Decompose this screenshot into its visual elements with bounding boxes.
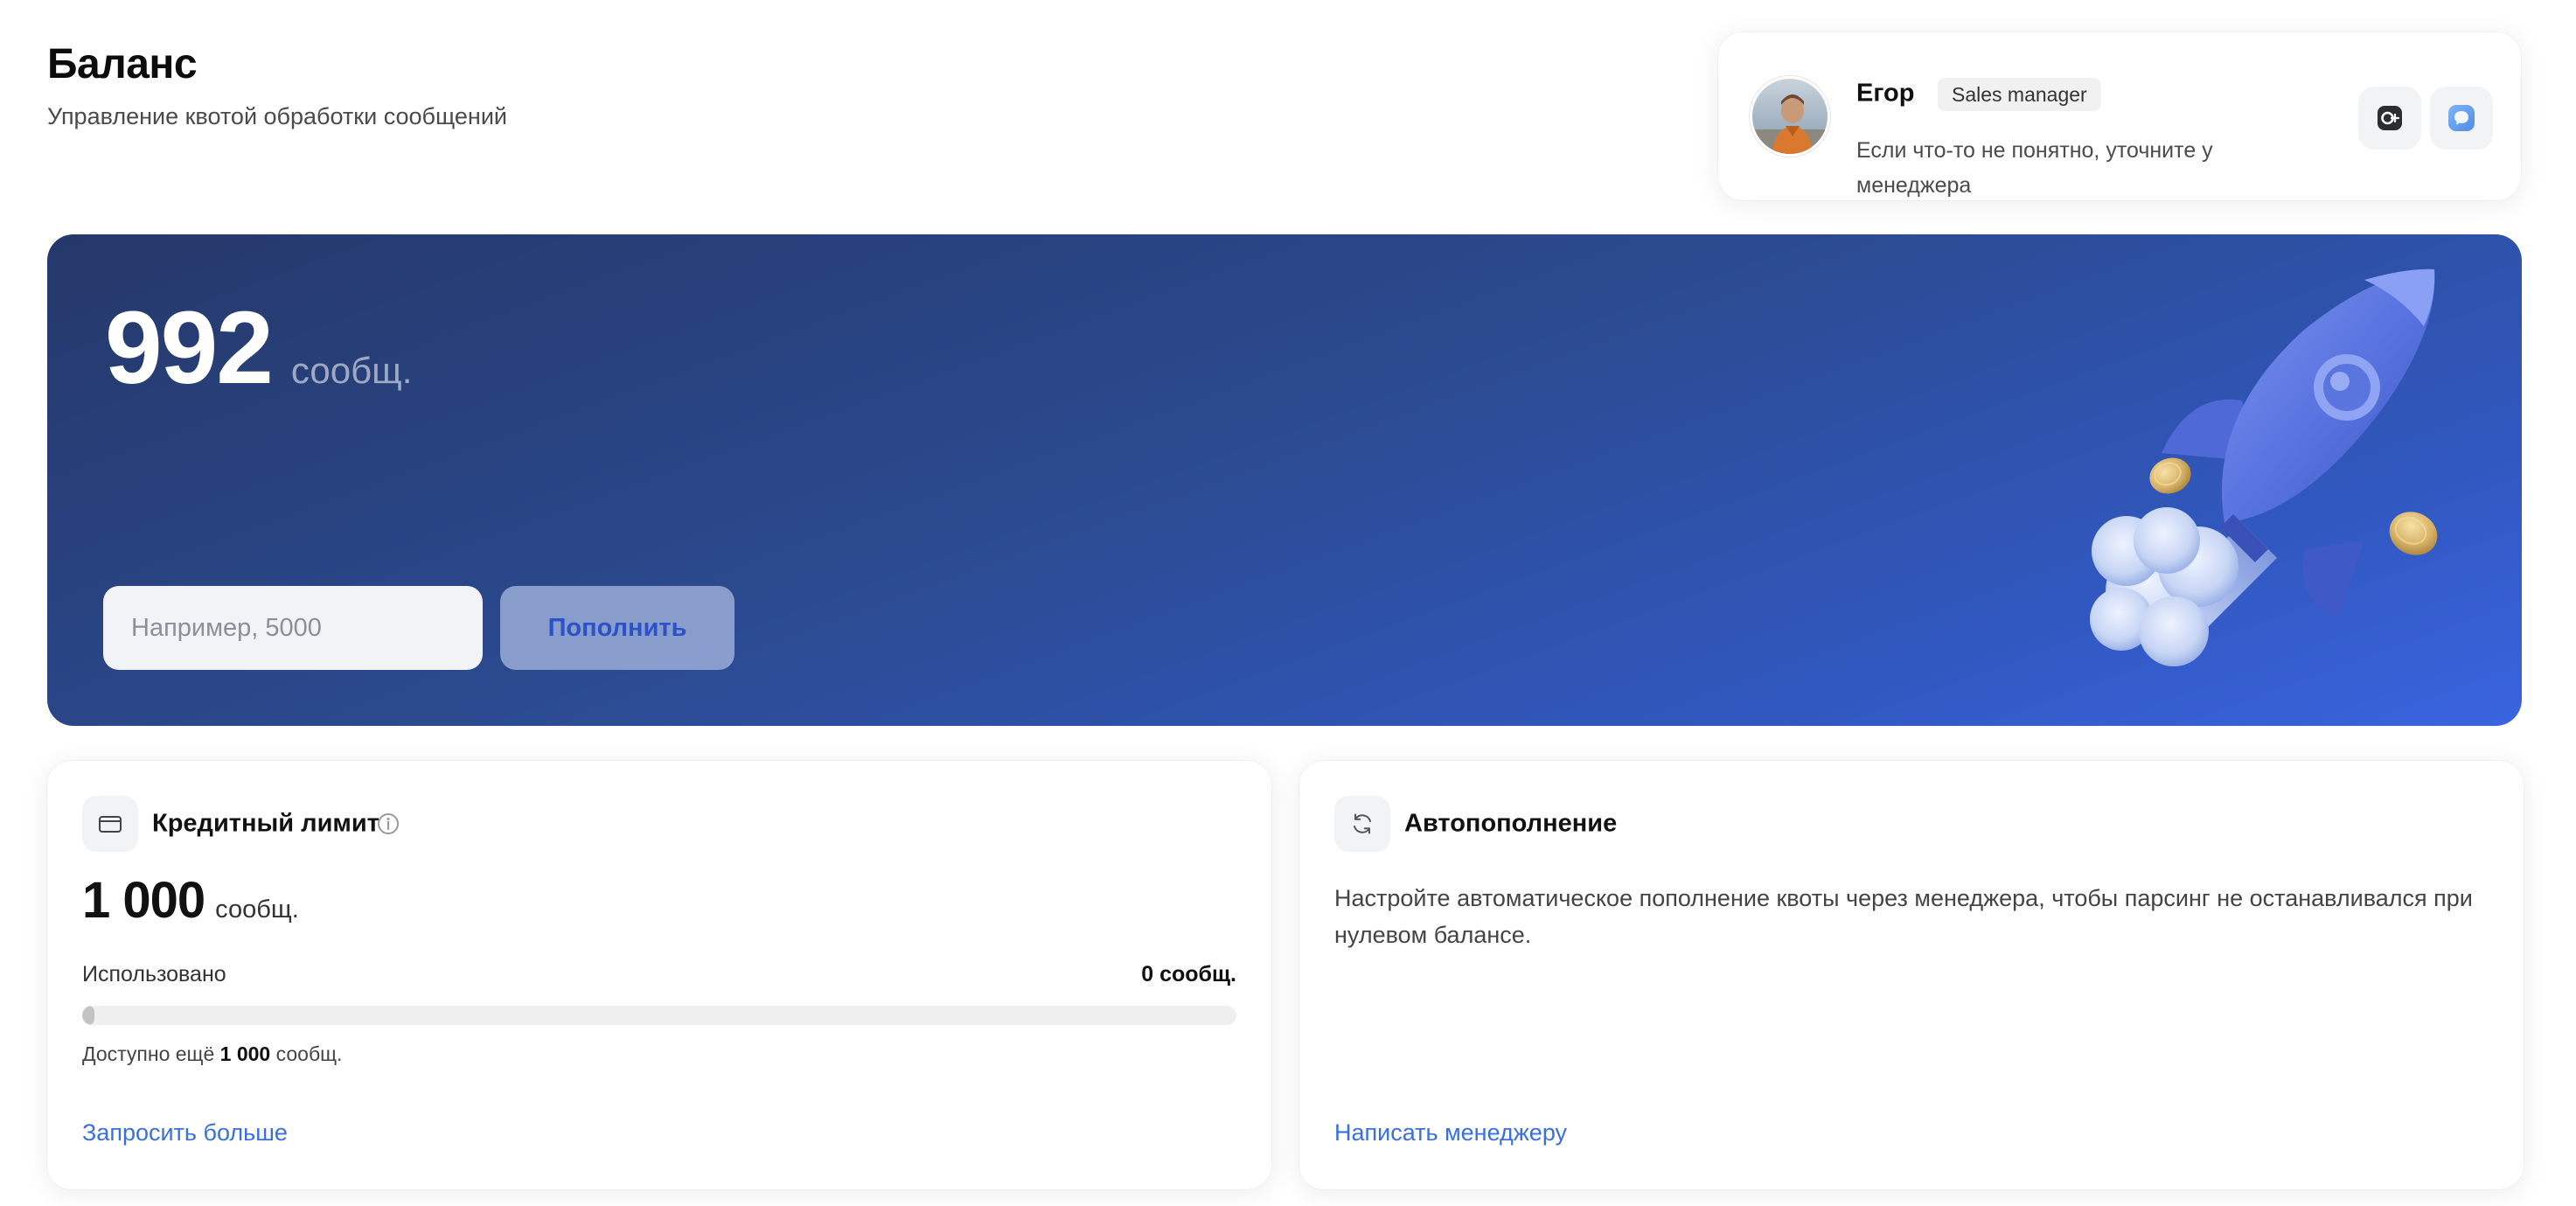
- manager-photo-icon: [1752, 79, 1828, 154]
- chat-bubble-icon: [2448, 105, 2475, 131]
- max-messenger-icon: [2378, 106, 2402, 130]
- page-subtitle: Управление квотой обработки сообщений: [47, 103, 507, 129]
- refresh-icon-box: [1334, 796, 1390, 852]
- avatar: [1750, 76, 1830, 157]
- used-label: Использовано: [82, 962, 226, 986]
- autotopup-title: Автопополнение: [1404, 809, 1618, 838]
- balance-value: 992: [105, 290, 274, 406]
- credit-limit-unit: сообщ.: [215, 896, 299, 924]
- balance-unit: сообщ.: [290, 350, 413, 391]
- info-icon[interactable]: [376, 812, 400, 840]
- credit-limit-title: Кредитный лимит: [152, 809, 379, 838]
- credit-limit-value: 1 000: [82, 872, 205, 929]
- usage-progress-fill: [82, 1006, 94, 1025]
- manager-name: Егор: [1856, 79, 1915, 108]
- credit-limit-amount: 1 000 сообщ.: [82, 871, 299, 930]
- refresh-icon: [1354, 813, 1371, 834]
- rocket-illustration-icon: [2090, 268, 2438, 666]
- topup-button[interactable]: Пополнить: [500, 586, 735, 670]
- available-suffix: сообщ.: [275, 1042, 343, 1065]
- manager-note: Если что-то не понятно, уточните у менед…: [1856, 138, 2213, 198]
- autotopup-description: Настройте автоматическое пополнение квот…: [1334, 885, 2473, 948]
- available-value: 1 000: [219, 1042, 271, 1065]
- amount-input[interactable]: [103, 586, 483, 670]
- used-value: 0 сообщ.: [1141, 962, 1236, 986]
- max-contact-button[interactable]: [2358, 87, 2421, 150]
- chat-contact-button[interactable]: [2430, 87, 2493, 150]
- balance-hero: 992 сообщ. Пополнить: [47, 234, 2522, 726]
- credit-card-icon: [99, 816, 122, 833]
- page-header: Баланс Управление квотой обработки сообщ…: [47, 40, 507, 131]
- request-more-link[interactable]: Запросить больше: [82, 1119, 288, 1147]
- available-prefix: Доступно ещё: [82, 1042, 215, 1065]
- usage-progress-bar: [82, 1006, 1236, 1025]
- role-badge: Sales manager: [1938, 78, 2101, 111]
- write-manager-link[interactable]: Написать менеджеру: [1334, 1119, 1567, 1147]
- balance-display: 992 сообщ.: [105, 296, 412, 401]
- credit-card-icon-box: [82, 796, 138, 852]
- available-text: Доступно ещё 1 000 сообщ.: [82, 1042, 342, 1066]
- manager-card: Егор Sales manager Если что-то не понятн…: [1718, 32, 2521, 200]
- credit-limit-card: Кредитный лимит 1 000 сообщ. Использован…: [47, 761, 1271, 1189]
- page-title: Баланс: [47, 41, 198, 87]
- autotopup-card: Автопополнение Настройте автоматическое …: [1299, 761, 2524, 1189]
